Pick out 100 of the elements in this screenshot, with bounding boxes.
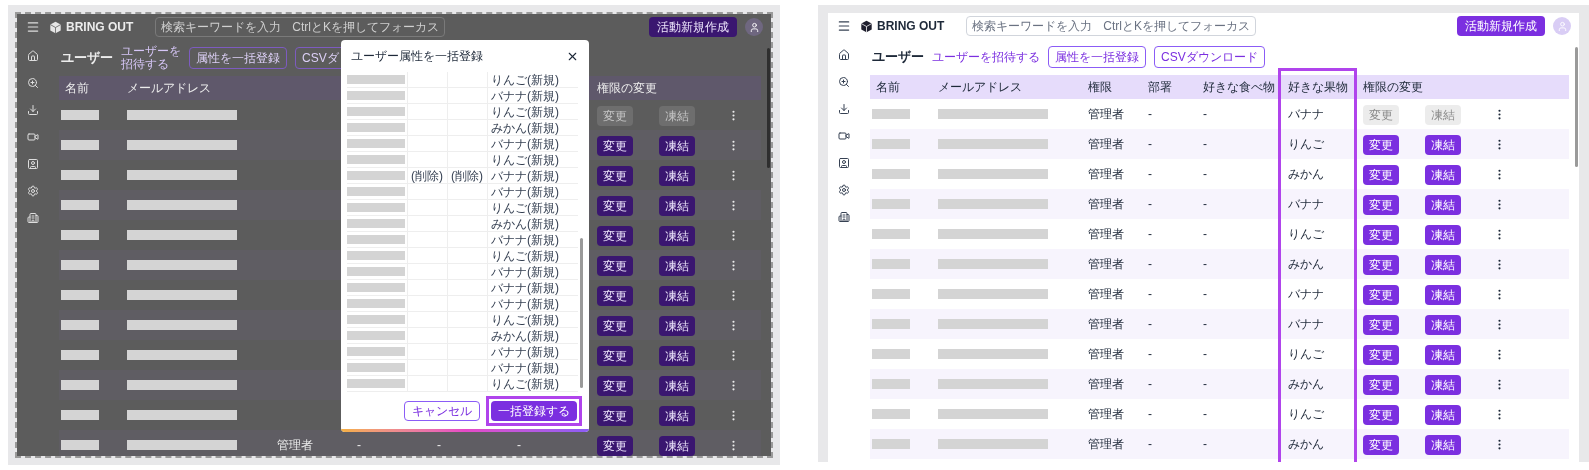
create-activity-button[interactable]: 活動新規作成 (649, 17, 737, 37)
user-square-icon[interactable] (838, 157, 850, 169)
download-icon[interactable] (838, 103, 850, 115)
logo-icon (49, 20, 62, 34)
food-cell-text: - (1202, 166, 1208, 183)
freeze-button[interactable]: 凍結 (1425, 165, 1461, 185)
change-button[interactable]: 変更 (597, 196, 633, 216)
department-cell-text: - (1147, 346, 1153, 363)
freeze-button[interactable]: 凍結 (1425, 135, 1461, 155)
search-field[interactable]: 検索キーワードを入力 CtrlとKを押してフォーカス (155, 17, 445, 37)
change-button[interactable]: 変更 (597, 406, 633, 426)
freeze-button[interactable]: 凍結 (659, 256, 695, 276)
bulk-register-button[interactable]: 一括登録する (491, 400, 577, 421)
invite-user-link[interactable]: ユーザーを招待する (932, 50, 1040, 64)
dialog-cell: りんご(新規) (491, 313, 559, 326)
change-button[interactable]: 変更 (1363, 435, 1399, 455)
dialog-cell: りんご(新規) (491, 105, 559, 118)
role-cell-text: 管理者 (1087, 196, 1125, 213)
role-cell-text: 管理者 (1087, 406, 1125, 423)
settings-icon[interactable] (838, 184, 850, 196)
role-cell-text: 管理者 (1087, 316, 1125, 333)
change-button[interactable]: 変更 (597, 316, 633, 336)
freeze-button[interactable]: 凍結 (659, 136, 695, 156)
change-button[interactable]: 変更 (597, 286, 633, 306)
freeze-button[interactable]: 凍結 (659, 286, 695, 306)
redaction-bar (347, 331, 405, 340)
freeze-button[interactable]: 凍結 (659, 316, 695, 336)
search-field[interactable]: 検索キーワードを入力 CtrlとKを押してフォーカス (966, 16, 1256, 36)
freeze-button[interactable]: 凍結 (1425, 405, 1461, 425)
redaction-bar (872, 199, 910, 209)
freeze-button[interactable]: 凍結 (1425, 255, 1461, 275)
change-button[interactable]: 変更 (597, 376, 633, 396)
freeze-button[interactable]: 凍結 (659, 346, 695, 366)
change-button[interactable]: 変更 (597, 226, 633, 246)
menu-icon[interactable] (837, 19, 851, 33)
zoom-in-icon[interactable] (27, 77, 39, 89)
redaction-bar (347, 251, 405, 260)
department-cell-text: - (1147, 316, 1153, 333)
freeze-button[interactable]: 凍結 (1425, 225, 1461, 245)
change-button[interactable]: 変更 (597, 256, 633, 276)
redaction-bar (347, 155, 405, 164)
dialog-cell: りんご(新規) (491, 73, 559, 86)
change-button[interactable]: 変更 (1363, 405, 1399, 425)
redaction-bar (347, 187, 405, 196)
change-button[interactable]: 変更 (1363, 165, 1399, 185)
download-icon[interactable] (27, 104, 39, 116)
redaction-bar (872, 169, 910, 179)
video-icon[interactable] (27, 131, 39, 143)
change-button[interactable]: 変更 (1363, 285, 1399, 305)
column-header: 好きな食べ物 (1202, 79, 1276, 96)
department-cell-text: - (1147, 286, 1153, 303)
change-button[interactable]: 変更 (1363, 315, 1399, 335)
dialog-cell: バナナ(新規) (491, 89, 559, 102)
change-button[interactable]: 変更 (1363, 195, 1399, 215)
redaction-bar (61, 320, 99, 330)
change-button[interactable]: 変更 (1363, 375, 1399, 395)
freeze-button[interactable]: 凍結 (1425, 435, 1461, 455)
change-button[interactable]: 変更 (1363, 255, 1399, 275)
freeze-button[interactable]: 凍結 (659, 436, 695, 456)
zoom-in-icon[interactable] (838, 76, 850, 88)
csv-download-button[interactable]: CSVダウンロード (1154, 46, 1265, 68)
change-button[interactable]: 変更 (597, 136, 633, 156)
scrollbar[interactable] (767, 48, 770, 168)
avatar-icon[interactable] (745, 18, 763, 36)
redaction-bar (61, 260, 99, 270)
redaction-bar (347, 171, 405, 180)
change-button[interactable]: 変更 (1363, 225, 1399, 245)
change-button[interactable]: 変更 (1363, 345, 1399, 365)
freeze-button[interactable]: 凍結 (1425, 285, 1461, 305)
redaction-bar (61, 350, 99, 360)
building-icon[interactable] (838, 211, 850, 223)
freeze-button[interactable]: 凍結 (659, 196, 695, 216)
video-icon[interactable] (838, 130, 850, 142)
freeze-button[interactable]: 凍結 (659, 406, 695, 426)
change-button[interactable]: 変更 (597, 166, 633, 186)
bulk-attribute-button[interactable]: 属性を一括登録 (189, 47, 287, 69)
cancel-button[interactable]: キャンセル (404, 400, 480, 421)
dialog-cell: バナナ(新規) (491, 361, 559, 374)
change-button[interactable]: 変更 (597, 436, 633, 456)
redaction-bar (61, 140, 99, 150)
invite-user-link[interactable]: ユーザーを招待する (121, 45, 181, 71)
department-cell-text: - (1147, 376, 1153, 393)
freeze-button[interactable]: 凍結 (659, 226, 695, 246)
bulk-attribute-button[interactable]: 属性を一括登録 (1048, 46, 1146, 68)
dialog-cell: (削除) (411, 169, 443, 182)
home-icon[interactable] (838, 49, 850, 61)
freeze-button[interactable]: 凍結 (659, 166, 695, 186)
redaction-bar (347, 363, 405, 372)
redaction-bar (347, 123, 405, 132)
scrollbar[interactable] (1575, 47, 1578, 167)
create-activity-button[interactable]: 活動新規作成 (1457, 16, 1545, 36)
freeze-button[interactable]: 凍結 (659, 376, 695, 396)
freeze-button[interactable]: 凍結 (1425, 315, 1461, 335)
freeze-button[interactable]: 凍結 (1425, 345, 1461, 365)
building-icon[interactable] (27, 212, 39, 224)
change-button[interactable]: 変更 (1363, 135, 1399, 155)
change-button[interactable]: 変更 (597, 346, 633, 366)
freeze-button[interactable]: 凍結 (1425, 375, 1461, 395)
menu-icon[interactable] (26, 20, 40, 34)
freeze-button[interactable]: 凍結 (1425, 195, 1461, 215)
